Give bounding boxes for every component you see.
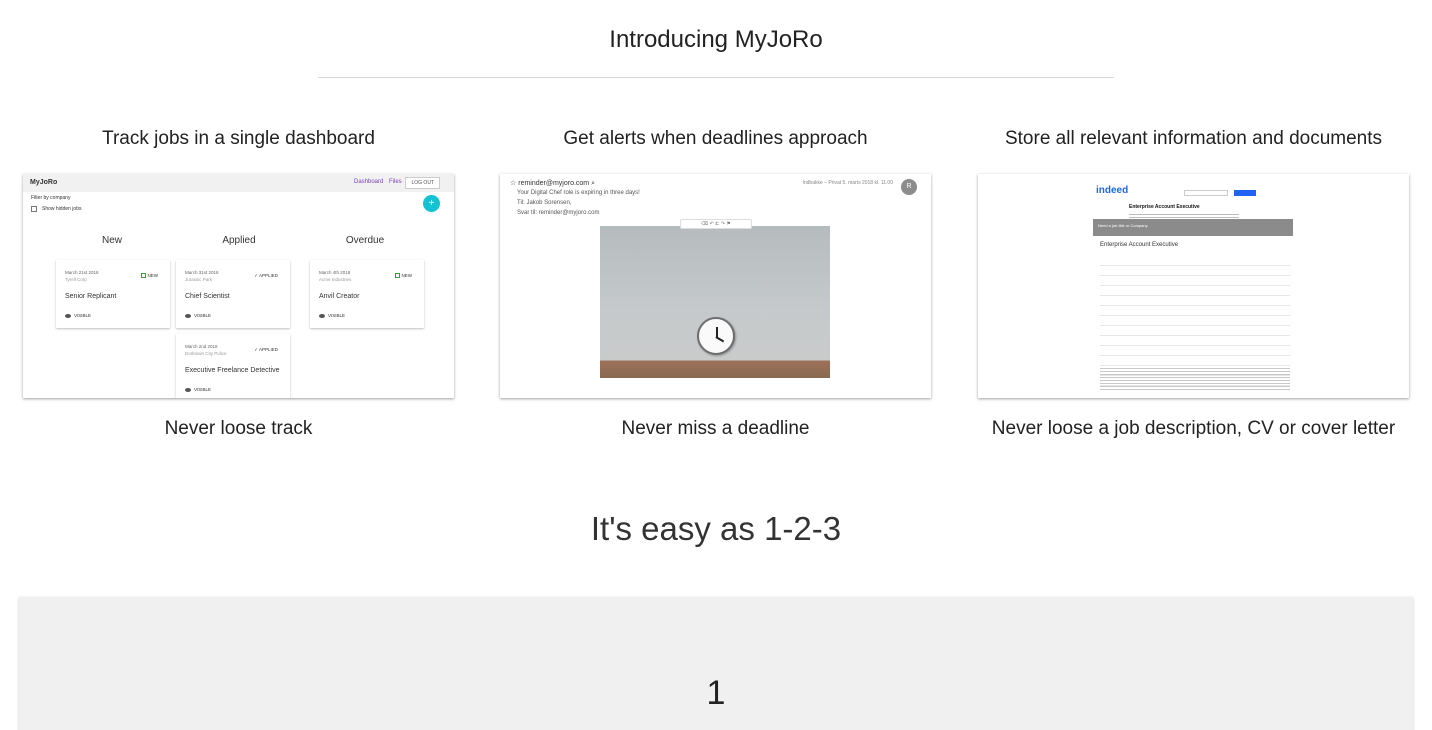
email-toolbar: ⌫ ↶ ⇇ ↷ ⚑ <box>680 219 752 229</box>
dashboard-nav-dashboard: Dashboard <box>354 179 384 185</box>
job-card: March 4th 2018 Acme Industries NEW Anvil… <box>310 260 424 328</box>
dashboard-logout: LOG OUT <box>405 177 440 189</box>
email-to: Til: Jakob Sorensen, <box>517 200 572 206</box>
card-title: Senior Replicant <box>65 293 117 300</box>
star-icon: ☆ <box>510 180 519 187</box>
card-date: March 2nd 2018 <box>185 344 218 349</box>
clock-photo <box>600 226 830 378</box>
column-head-overdue: Overdue <box>345 235 385 246</box>
eye-icon <box>185 387 191 392</box>
feature-alerts: Get alerts when deadlines approach ☆ rem… <box>500 128 931 439</box>
eye-icon <box>65 313 71 318</box>
step-number: 1 <box>706 674 726 712</box>
attachment-icon: ⌕ <box>589 180 596 187</box>
card-visibility-label: VISIBLE <box>74 313 92 318</box>
card-visibility: VISIBLE <box>185 387 211 392</box>
feature-title: Track jobs in a single dashboard <box>102 128 375 149</box>
indeed-description-text <box>1100 368 1290 390</box>
easy-title: It's easy as 1-2-3 <box>590 510 842 547</box>
card-visibility: VISIBLE <box>319 313 345 318</box>
card-visibility: VISIBLE <box>65 313 91 318</box>
dashboard-brand: MyJoRo <box>30 179 58 186</box>
card-status-label: APPLIED <box>258 347 278 352</box>
status-icon <box>140 273 146 279</box>
card-status-label: NEW <box>147 273 159 278</box>
feature-title: Store all relevant information and docum… <box>1004 128 1383 149</box>
dashboard-nav-files: Files <box>389 179 402 185</box>
indeed-job-title: Enterprise Account Executive <box>1129 204 1200 210</box>
card-company: Acme Industries <box>319 277 352 282</box>
dashboard-show-hidden: Show hidden jobs <box>42 206 82 212</box>
card-date: March 21st 2018 <box>65 270 99 275</box>
indeed-rows <box>1100 256 1290 386</box>
email-screenshot: ☆ reminder@myjoro.com ⌕ Your Digital Che… <box>500 174 931 398</box>
trash-icon: ⌫ <box>701 221 710 227</box>
indeed-band: Need a job title or Company <box>1093 219 1293 236</box>
email-meta: Indbakke – Privat 5. marts 2018 kl. 11.0… <box>802 180 893 186</box>
indeed-find-button <box>1234 190 1256 196</box>
email-reply-to: Svar til: reminder@myjoro.com <box>517 210 600 216</box>
indeed-screenshot: indeed Enterprise Account Executive Need… <box>978 174 1409 398</box>
feature-caption: Never miss a deadline <box>621 418 810 439</box>
email-subject: Your Digital Chef role is expiring in th… <box>517 190 640 196</box>
card-title: Chief Scientist <box>185 293 230 300</box>
card-date: March 4th 2018 <box>319 270 351 275</box>
card-date: March 31st 2018 <box>185 270 219 275</box>
card-company: Jurassic Park <box>185 277 213 282</box>
feature-storage: Store all relevant information and docum… <box>978 128 1409 439</box>
indeed-search <box>1184 190 1228 196</box>
feature-dashboard: Track jobs in a single dashboard MyJoRo … <box>23 128 454 439</box>
flag-icon: ⚑ <box>726 221 731 227</box>
eye-icon <box>319 313 325 318</box>
card-status: ✓ APPLIED <box>254 273 278 279</box>
feature-caption: Never loose a job description, CV or cov… <box>991 418 1396 439</box>
clock-hand <box>715 336 725 342</box>
feature-caption: Never loose track <box>164 418 313 439</box>
card-status: NEW <box>140 273 159 279</box>
eye-icon <box>185 313 191 318</box>
dashboard-filter-label: Filter by company <box>31 195 71 201</box>
step-panel: 1 <box>19 597 1413 730</box>
indeed-topbar <box>1095 177 1291 181</box>
indeed-band-label: Need a job title or Company <box>1098 223 1148 228</box>
card-status-label: NEW <box>401 273 413 278</box>
column-head-new: New <box>101 235 122 246</box>
add-icon: + <box>423 195 440 212</box>
job-card: March 31st 2018 Jurassic Park ✓ APPLIED … <box>176 260 290 328</box>
job-card: March 2nd 2018 Dorktown City Police ✓ AP… <box>176 334 290 398</box>
card-status-label: APPLIED <box>258 273 278 278</box>
card-visibility-label: VISIBLE <box>194 313 212 318</box>
card-title: Executive Freelance Detective <box>185 367 280 374</box>
divider <box>318 77 1114 78</box>
feature-title: Get alerts when deadlines approach <box>563 128 868 149</box>
card-title: Anvil Creator <box>319 293 360 300</box>
card-company: Dorktown City Police <box>185 351 227 356</box>
job-card: March 21st 2018 Tyrell Corp NEW Senior R… <box>56 260 170 328</box>
card-visibility-label: VISIBLE <box>328 313 346 318</box>
checkbox-icon <box>31 206 37 212</box>
intro-title: Introducing MyJoRo <box>609 26 823 53</box>
card-status: NEW <box>394 273 413 279</box>
email-from-address: reminder@myjoro.com <box>518 180 590 187</box>
dashboard-screenshot: MyJoRo Dashboard Files LOG OUT Filter by… <box>23 174 454 398</box>
avatar: R <box>901 179 917 195</box>
card-company: Tyrell Corp <box>65 277 87 282</box>
clock-icon <box>697 317 735 355</box>
card-status: ✓ APPLIED <box>254 347 278 353</box>
card-visibility: VISIBLE <box>185 313 211 318</box>
indeed-logo: indeed <box>1096 185 1129 196</box>
dashboard-header: MyJoRo Dashboard Files LOG OUT <box>23 174 454 192</box>
column-head-applied: Applied <box>222 235 256 246</box>
indeed-desc-title: Enterprise Account Executive <box>1100 242 1179 248</box>
status-icon <box>394 273 400 279</box>
email-from: ☆ reminder@myjoro.com ⌕ <box>510 179 595 188</box>
card-visibility-label: VISIBLE <box>194 387 212 392</box>
